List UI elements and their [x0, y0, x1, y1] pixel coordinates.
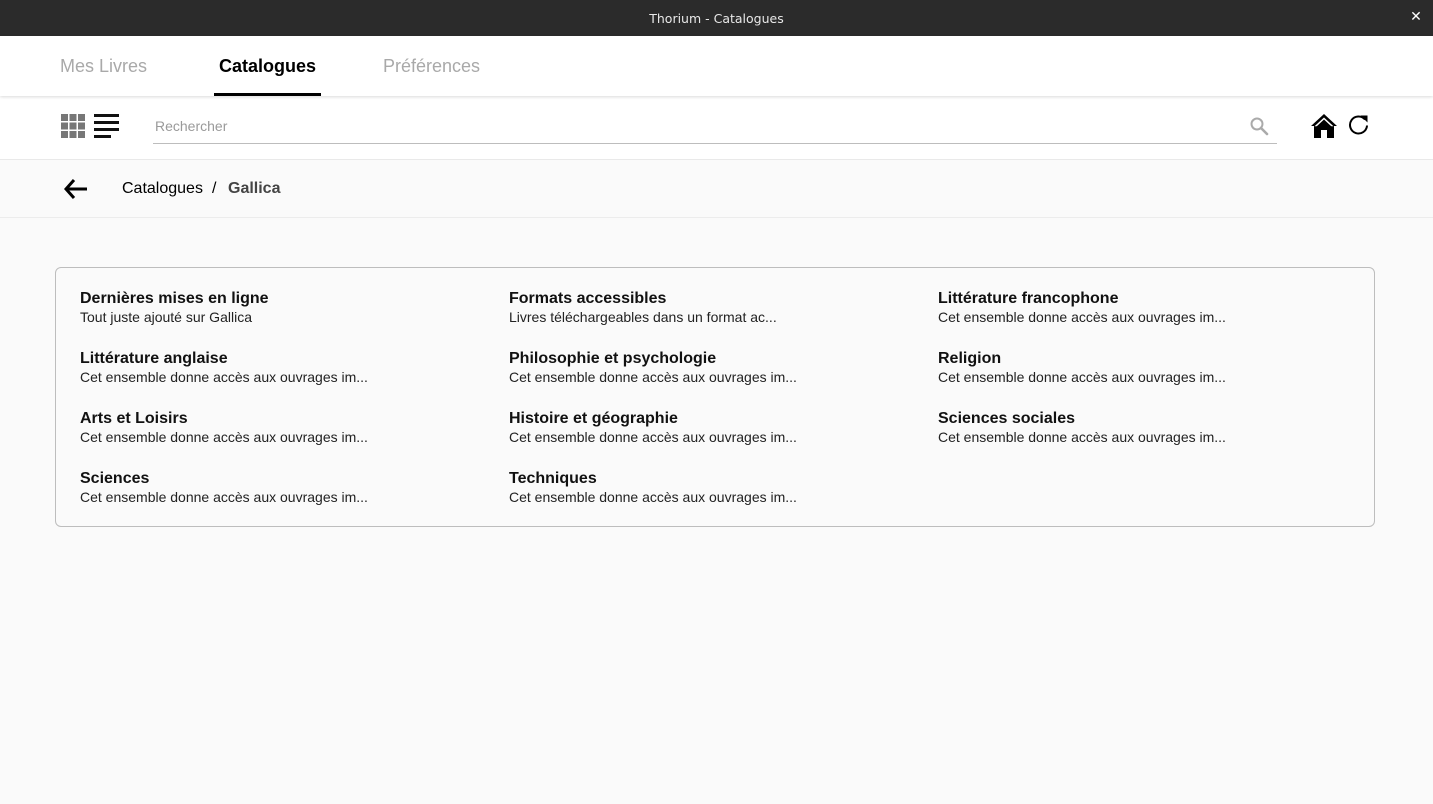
entry-description: Cet ensemble donne accès aux ouvrages im… [938, 369, 1226, 385]
tab-preferences[interactable]: Préférences [383, 36, 480, 96]
entry-title: Techniques [509, 470, 597, 487]
entry-title: Sciences [80, 470, 150, 487]
entry-title: Littérature anglaise [80, 350, 228, 367]
breadcrumb: Catalogues / Gallica [0, 160, 1433, 218]
arrow-left-icon[interactable] [63, 178, 88, 200]
search-box [153, 112, 1277, 144]
catalog-entry-sciences-sociales[interactable]: Sciences sociales Cet ensemble donne acc… [938, 409, 1338, 447]
home-icon[interactable] [1310, 112, 1338, 140]
entry-title: Dernières mises en ligne [80, 290, 269, 307]
entry-description: Cet ensemble donne accès aux ouvrages im… [80, 489, 368, 505]
refresh-icon[interactable] [1346, 113, 1371, 138]
entry-description: Livres téléchargeables dans un format ac… [509, 309, 777, 325]
grid-view-icon[interactable] [61, 114, 85, 138]
entry-description: Tout juste ajouté sur Gallica [80, 309, 252, 325]
entry-description: Cet ensemble donne accès aux ouvrages im… [509, 429, 797, 445]
tab-catalogues[interactable]: Catalogues [213, 36, 322, 96]
catalog-entry-religion[interactable]: Religion Cet ensemble donne accès aux ou… [938, 349, 1338, 387]
entry-title: Histoire et géographie [509, 410, 678, 427]
catalog-entry-arts-et-loisirs[interactable]: Arts et Loisirs Cet ensemble donne accès… [80, 409, 480, 447]
search-input[interactable] [153, 112, 1235, 140]
catalog-panel: Dernières mises en ligne Tout juste ajou… [55, 267, 1375, 527]
close-icon[interactable]: ✕ [1409, 9, 1423, 25]
tab-mes-livres[interactable]: Mes Livres [60, 36, 147, 96]
entry-title: Formats accessibles [509, 290, 667, 307]
catalog-entry-techniques[interactable]: Techniques Cet ensemble donne accès aux … [509, 469, 909, 507]
entry-title: Religion [938, 350, 1002, 367]
entry-description: Cet ensemble donne accès aux ouvrages im… [938, 309, 1226, 325]
search-icon[interactable] [1249, 116, 1269, 136]
entry-description: Cet ensemble donne accès aux ouvrages im… [80, 369, 368, 385]
entry-description: Cet ensemble donne accès aux ouvrages im… [80, 429, 368, 445]
window-title: Thorium - Catalogues [649, 10, 784, 26]
breadcrumb-separator: / [212, 180, 217, 197]
entry-description: Cet ensemble donne accès aux ouvrages im… [509, 489, 797, 505]
entry-title: Littérature francophone [938, 290, 1119, 307]
catalog-entry-litterature-anglaise[interactable]: Littérature anglaise Cet ensemble donne … [80, 349, 480, 387]
breadcrumb-current: Gallica [228, 180, 281, 197]
list-view-icon[interactable] [94, 113, 119, 139]
entry-title: Philosophie et psychologie [509, 350, 717, 367]
entry-description: Cet ensemble donne accès aux ouvrages im… [509, 369, 797, 385]
catalog-entry-sciences[interactable]: Sciences Cet ensemble donne accès aux ou… [80, 469, 480, 507]
catalog-entry-histoire-et-geographie[interactable]: Histoire et géographie Cet ensemble donn… [509, 409, 909, 447]
catalog-entry-dernieres-mises-en-ligne[interactable]: Dernières mises en ligne Tout juste ajou… [80, 289, 480, 327]
catalog-entry-philosophie-et-psychologie[interactable]: Philosophie et psychologie Cet ensemble … [509, 349, 909, 387]
catalog-entry-litterature-francophone[interactable]: Littérature francophone Cet ensemble don… [938, 289, 1338, 327]
entry-title: Sciences sociales [938, 410, 1075, 427]
entry-description: Cet ensemble donne accès aux ouvrages im… [938, 429, 1226, 445]
entry-title: Arts et Loisirs [80, 410, 188, 427]
window-titlebar: Thorium - Catalogues ✕ [0, 0, 1433, 36]
breadcrumb-catalogues-link[interactable]: Catalogues [122, 160, 203, 217]
catalog-entry-formats-accessibles[interactable]: Formats accessibles Livres téléchargeabl… [509, 289, 909, 327]
main-nav: Mes Livres Catalogues Préférences [0, 36, 1433, 96]
